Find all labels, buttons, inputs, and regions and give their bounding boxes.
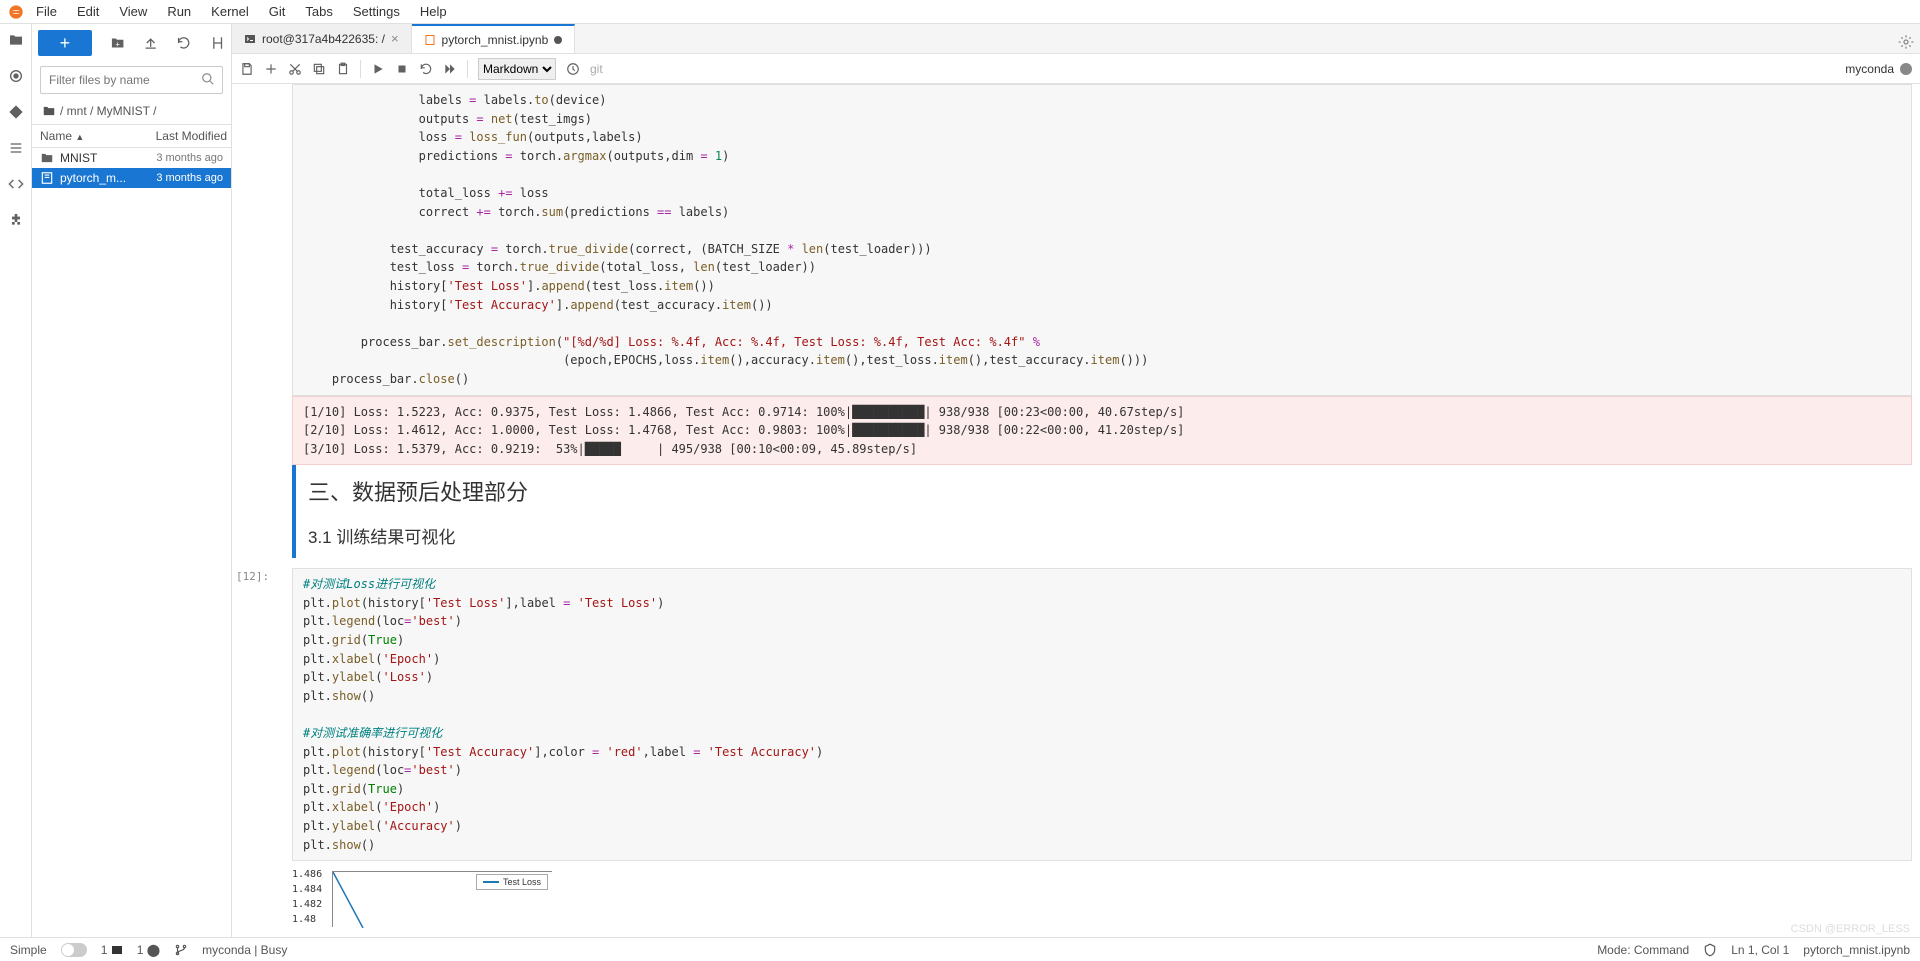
cut-icon[interactable] (288, 62, 302, 76)
menu-settings[interactable]: Settings (353, 4, 400, 19)
unsaved-dot-icon (554, 36, 562, 44)
menu-run[interactable]: Run (167, 4, 191, 19)
target-icon[interactable] (8, 68, 24, 84)
new-launcher-button[interactable]: + (38, 30, 92, 56)
menu-kernel[interactable]: Kernel (211, 4, 249, 19)
plot-area: Test Loss (332, 871, 552, 927)
kernels-count[interactable]: 1 ⬤ (137, 943, 160, 957)
kernel-indicator[interactable]: myconda (1845, 62, 1912, 76)
menu-view[interactable]: View (119, 4, 147, 19)
code-icon[interactable] (8, 176, 24, 192)
kernel-busy-icon (1900, 63, 1912, 75)
menu-bar: File Edit View Run Kernel Git Tabs Setti… (0, 0, 1920, 24)
git-icon[interactable] (8, 104, 24, 120)
refresh-icon[interactable] (176, 35, 191, 51)
section-heading: 三、数据预后处理部分 (308, 475, 1912, 507)
file-row-notebook[interactable]: pytorch_m... 3 months ago (32, 168, 231, 188)
filter-input[interactable] (40, 66, 223, 94)
new-folder-icon[interactable] (110, 35, 125, 51)
close-icon[interactable]: × (391, 31, 399, 46)
clock-icon[interactable] (566, 62, 580, 76)
watermark: CSDN @ERROR_LESS (1791, 923, 1910, 935)
upload-icon[interactable] (143, 35, 158, 51)
terminals-count[interactable]: 1 (101, 943, 123, 957)
folder-icon[interactable] (8, 32, 24, 48)
notebook-icon (40, 171, 54, 185)
menu-help[interactable]: Help (420, 4, 447, 19)
chart-legend: Test Loss (476, 874, 548, 890)
celltype-select[interactable]: Markdown (478, 58, 556, 80)
stop-icon[interactable] (395, 62, 409, 76)
tab-bar: root@317a4b422635: / × pytorch_mnist.ipy… (232, 24, 1920, 54)
folder-icon (42, 104, 56, 118)
filename-label: pytorch_mnist.ipynb (1803, 943, 1910, 957)
subsection-heading: 3.1 训练结果可视化 (308, 523, 1912, 548)
notebook-icon (424, 34, 436, 46)
shield-icon[interactable] (1703, 943, 1717, 957)
simple-label: Simple (10, 943, 47, 957)
menu-file[interactable]: File (36, 4, 57, 19)
copy-icon[interactable] (312, 62, 326, 76)
git-label: git (590, 62, 603, 76)
file-list: MNIST 3 months ago pytorch_m... 3 months… (32, 148, 231, 937)
y-axis-ticks: 1.486 1.484 1.482 1.48 (292, 869, 322, 929)
cursor-position: Ln 1, Col 1 (1731, 943, 1789, 957)
list-icon[interactable] (8, 140, 24, 156)
terminal-icon (244, 33, 256, 45)
status-bar: Simple 1 1 ⬤ myconda | Busy Mode: Comman… (0, 937, 1920, 961)
jupyter-logo (8, 4, 24, 20)
breadcrumb[interactable]: / mnt / MyMNIST / (32, 98, 231, 124)
save-icon[interactable] (240, 62, 254, 76)
notebook-body[interactable]: labels = labels.to(device) outputs = net… (232, 84, 1920, 937)
menu-git[interactable]: Git (269, 4, 286, 19)
simple-toggle[interactable] (61, 943, 87, 957)
activity-bar (0, 24, 32, 937)
restart-icon[interactable] (419, 62, 433, 76)
git-pull-icon[interactable] (210, 35, 225, 51)
chart-output: 1.486 1.484 1.482 1.48 Test Loss (292, 869, 1912, 929)
run-all-icon[interactable] (443, 62, 457, 76)
mode-label: Mode: Command (1597, 943, 1689, 957)
main-content: root@317a4b422635: / × pytorch_mnist.ipy… (232, 24, 1920, 937)
cell-output: [1/10] Loss: 1.5223, Acc: 0.9375, Test L… (292, 396, 1912, 466)
gear-icon[interactable] (1898, 34, 1914, 50)
menu-tabs[interactable]: Tabs (305, 4, 332, 19)
folder-icon (40, 151, 54, 165)
extension-icon[interactable] (8, 212, 24, 228)
code-cell-partial[interactable]: labels = labels.to(device) outputs = net… (292, 84, 1912, 396)
markdown-cell[interactable]: 三、数据预后处理部分 3.1 训练结果可视化 (292, 465, 1912, 558)
git-branch-icon[interactable] (174, 943, 188, 957)
tab-terminal[interactable]: root@317a4b422635: / × (232, 24, 412, 53)
paste-icon[interactable] (336, 62, 350, 76)
menu-edit[interactable]: Edit (77, 4, 99, 19)
kernel-status: myconda | Busy (202, 943, 287, 957)
code-cell-12[interactable]: #对测试Loss进行可视化 plt.plot(history['Test Los… (292, 568, 1912, 861)
notebook-toolbar: Markdown git myconda (232, 54, 1920, 84)
tab-notebook[interactable]: pytorch_mnist.ipynb (412, 24, 576, 53)
add-cell-icon[interactable] (264, 62, 278, 76)
file-row-folder[interactable]: MNIST 3 months ago (32, 148, 231, 168)
search-icon (201, 72, 215, 86)
cell-prompt: [12]: (236, 568, 269, 585)
run-icon[interactable] (371, 62, 385, 76)
file-list-header: Name ▲ Last Modified (32, 124, 231, 148)
file-browser: + / mnt / MyMNIST / Name ▲ Last Modified… (32, 24, 232, 937)
